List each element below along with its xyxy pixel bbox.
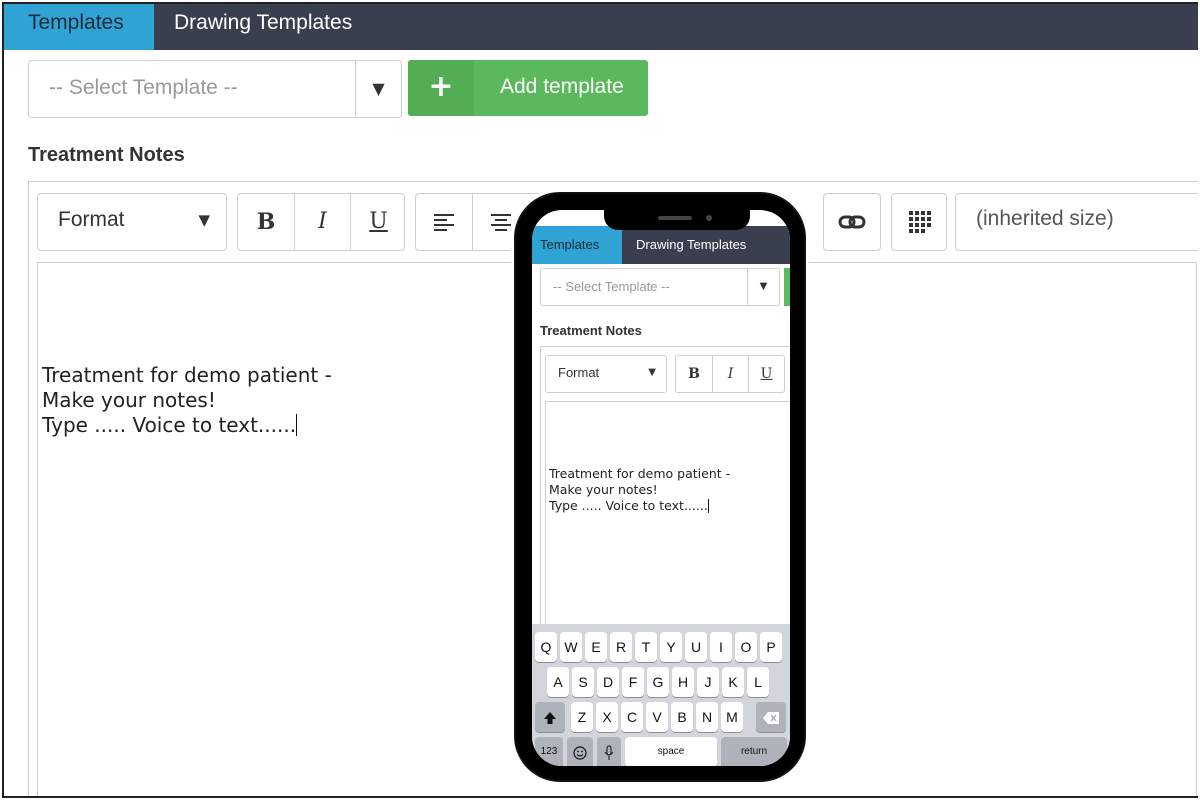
align-left-button[interactable] — [416, 194, 472, 250]
editor-line: Make your notes! — [42, 388, 216, 412]
format-dropdown[interactable]: Format ▼ — [37, 193, 227, 251]
mobile-rich-text-editor: Format ▼ B I U Treatment for demo patien… — [540, 346, 790, 647]
mobile-tab-drawing-templates[interactable]: Drawing Templates — [636, 226, 746, 264]
key-v[interactable]: V — [646, 702, 668, 732]
add-template-label: Add template — [500, 75, 624, 98]
mobile-underline-button[interactable]: U — [748, 356, 784, 392]
chevron-down-icon: ▼ — [648, 367, 656, 378]
mobile-section-title: Treatment Notes — [540, 323, 642, 338]
key-f[interactable]: F — [622, 667, 644, 697]
table-button[interactable] — [891, 193, 947, 251]
key-h[interactable]: H — [672, 667, 694, 697]
mobile-editor-line-last: Type ..... Voice to text...... — [549, 498, 730, 514]
shift-icon[interactable] — [535, 702, 565, 732]
key-i[interactable]: I — [710, 632, 732, 662]
editor-line: Type ..... Voice to text...... — [42, 413, 297, 437]
mobile-format-dropdown[interactable]: Format ▼ — [545, 355, 667, 393]
key-t[interactable]: T — [635, 632, 657, 662]
text-caret — [296, 414, 298, 436]
speaker-icon — [658, 216, 692, 220]
text-style-group: B I U — [237, 193, 405, 251]
editor-text: Treatment for demo patient - Make your n… — [42, 363, 332, 438]
key-n[interactable]: N — [696, 702, 718, 732]
align-left-icon — [434, 214, 454, 231]
plus-icon: + — [408, 60, 474, 116]
chevron-down-icon: ▼ — [747, 269, 779, 305]
key-y[interactable]: Y — [660, 632, 682, 662]
phone-screen: Templates Drawing Templates -- Select Te… — [532, 210, 790, 766]
tab-bar: Templates Drawing Templates — [4, 4, 1198, 50]
mobile-editor-line: Make your notes! — [549, 482, 658, 497]
key-s[interactable]: S — [572, 667, 594, 697]
chevron-down-icon: ▼ — [198, 211, 210, 229]
phone-notch — [604, 210, 750, 230]
mobile-editor-content[interactable]: Treatment for demo patient - Make your n… — [545, 401, 790, 647]
keyboard-row-3: ZXCVBNM — [532, 702, 790, 732]
key-u[interactable]: U — [685, 632, 707, 662]
key-l[interactable]: L — [747, 667, 769, 697]
key-b[interactable]: B — [671, 702, 693, 732]
chevron-down-icon: ▼ — [355, 61, 401, 117]
mobile-tab-bar: Templates Drawing Templates — [532, 226, 790, 264]
align-center-icon — [490, 214, 511, 231]
mobile-italic-button[interactable]: I — [712, 356, 748, 392]
link-button[interactable] — [823, 193, 881, 251]
template-select[interactable]: -- Select Template -- ▼ — [28, 60, 402, 118]
keyboard-row-2: ASDFGHJKL — [532, 667, 790, 697]
key-d[interactable]: D — [597, 667, 619, 697]
key-g[interactable]: G — [647, 667, 669, 697]
backspace-icon[interactable] — [756, 702, 786, 732]
key-c[interactable]: C — [621, 702, 643, 732]
tab-templates[interactable]: Templates — [4, 4, 154, 50]
font-size-dropdown[interactable]: (inherited size) — [955, 193, 1198, 251]
camera-icon — [706, 215, 712, 221]
mobile-format-label: Format — [558, 365, 600, 380]
keyboard-row-1: QWERTYUIOP — [532, 632, 790, 662]
key-o[interactable]: O — [735, 632, 757, 662]
mobile-tab-templates[interactable]: Templates — [532, 226, 622, 264]
numbers-key[interactable]: 123 — [535, 737, 563, 766]
microphone-icon[interactable] — [597, 737, 621, 766]
key-q[interactable]: Q — [535, 632, 557, 662]
mobile-add-template-button[interactable] — [784, 268, 790, 306]
mobile-editor-line: Type ..... Voice to text...... — [549, 498, 708, 513]
editor-line-last: Type ..... Voice to text...... — [42, 413, 332, 438]
key-w[interactable]: W — [560, 632, 582, 662]
add-template-button[interactable]: + Add template — [408, 60, 648, 116]
text-caret — [707, 499, 709, 513]
key-r[interactable]: R — [610, 632, 632, 662]
format-label: Format — [58, 208, 125, 231]
mobile-bold-button[interactable]: B — [676, 356, 712, 392]
key-z[interactable]: Z — [571, 702, 593, 732]
keyboard-row-4: 123 space return — [532, 737, 790, 766]
key-e[interactable]: E — [585, 632, 607, 662]
tab-drawing-templates[interactable]: Drawing Templates — [174, 4, 352, 50]
key-p[interactable]: P — [760, 632, 782, 662]
bold-button[interactable]: B — [238, 194, 294, 250]
onscreen-keyboard: QWERTYUIOP ASDFGHJKL ZXCVBNM 123 space r… — [532, 624, 790, 766]
mobile-editor-text: Treatment for demo patient - Make your n… — [549, 466, 730, 514]
key-x[interactable]: X — [596, 702, 618, 732]
italic-button[interactable]: I — [294, 194, 350, 250]
return-key[interactable]: return — [721, 737, 787, 766]
mobile-text-style-group: B I U — [675, 355, 785, 393]
key-j[interactable]: J — [697, 667, 719, 697]
editor-line: Treatment for demo patient - — [42, 363, 332, 387]
font-size-label: (inherited size) — [976, 207, 1114, 230]
link-icon — [824, 194, 880, 250]
key-a[interactable]: A — [547, 667, 569, 697]
space-key[interactable]: space — [625, 737, 717, 766]
mobile-template-select-placeholder: -- Select Template -- — [553, 279, 670, 294]
key-m[interactable]: M — [721, 702, 743, 732]
mobile-template-select[interactable]: -- Select Template -- ▼ — [540, 268, 780, 306]
key-k[interactable]: K — [722, 667, 744, 697]
section-title: Treatment Notes — [28, 144, 185, 166]
underline-button[interactable]: U — [350, 194, 406, 250]
emoji-icon[interactable] — [567, 737, 593, 766]
template-select-placeholder: -- Select Template -- — [49, 76, 238, 99]
mobile-editor-line: Treatment for demo patient - — [549, 466, 731, 481]
table-grid-icon — [892, 194, 948, 250]
phone-mockup: Templates Drawing Templates -- Select Te… — [514, 192, 806, 782]
